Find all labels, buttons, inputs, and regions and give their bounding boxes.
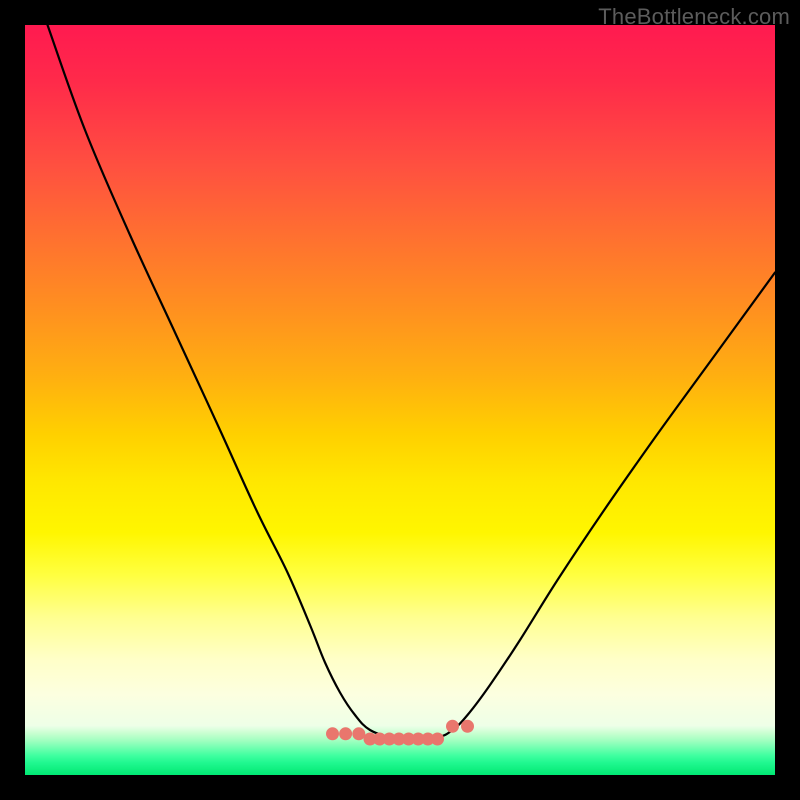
marker-dot xyxy=(339,727,352,740)
bottom-markers xyxy=(326,720,474,746)
chart-frame: TheBottleneck.com xyxy=(0,0,800,800)
marker-dot xyxy=(352,727,365,740)
bottleneck-curve xyxy=(48,25,776,738)
marker-dot xyxy=(446,720,459,733)
marker-dot xyxy=(461,720,474,733)
marker-dot xyxy=(431,733,444,746)
curve-layer xyxy=(25,25,775,775)
marker-dot xyxy=(326,727,339,740)
plot-area xyxy=(25,25,775,775)
